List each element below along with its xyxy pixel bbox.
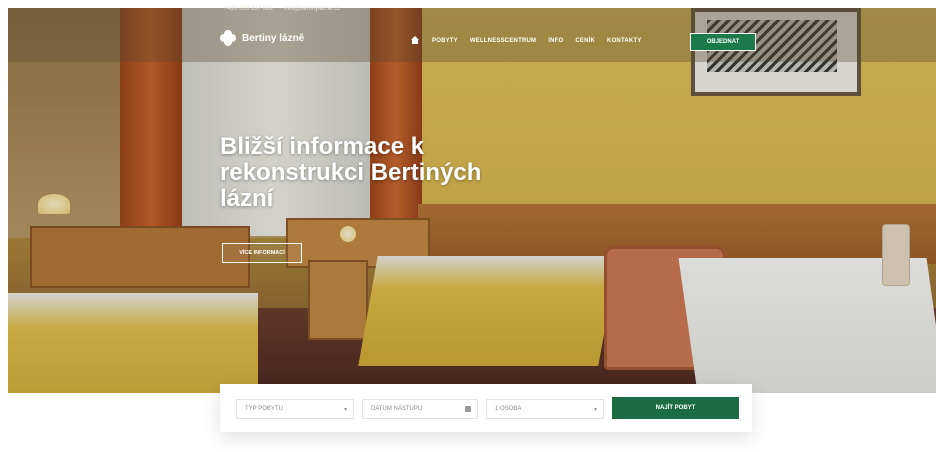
nav-item-cenik[interactable]: CENÍK (575, 38, 595, 44)
nav-item-info[interactable]: INFO (548, 38, 563, 44)
booking-bar: TYP POBYTU ▾ DATUM NÁSTUPU 1 OSOBA ▾ NAJ… (220, 384, 752, 432)
site-logo[interactable]: Bertiny lázně (220, 30, 304, 46)
logo-text: Bertiny lázně (242, 32, 305, 44)
find-stay-button[interactable]: NAJÍT POBYT (612, 397, 739, 419)
arrival-date-value: DATUM NÁSTUPU (371, 406, 423, 412)
nav-item-pobyty[interactable]: POBYTY (432, 38, 458, 44)
stay-type-select[interactable]: TYP POBYTU ▾ (236, 399, 354, 419)
nav-item-kontakty[interactable]: KONTAKTY (607, 38, 642, 44)
nav-item-wellness[interactable]: WELLNESSCENTRUM (470, 38, 536, 44)
email-link[interactable]: info@bertinylazne.cz (284, 6, 340, 12)
calendar-icon (465, 406, 471, 412)
chevron-down-icon: ▾ (343, 407, 347, 413)
site-header: +420 608 837 088 info@bertinylazne.cz (8, 6, 936, 62)
logo-icon (220, 30, 236, 46)
more-info-button[interactable]: VÍCE INFORMACÍ (222, 243, 302, 263)
chevron-down-icon: ▾ (593, 407, 597, 413)
arrival-date-input[interactable]: DATUM NÁSTUPU (362, 399, 478, 419)
stay-type-value: TYP POBYTU (245, 406, 283, 412)
persons-select[interactable]: 1 OSOBA ▾ (486, 399, 604, 419)
order-button[interactable]: OBJEDNAT (690, 33, 756, 51)
persons-value: 1 OSOBA (495, 406, 522, 412)
phone-link[interactable]: +420 608 837 088 (224, 6, 273, 12)
hero-title: Bližší informace k rekonstrukci Bertinýc… (220, 133, 482, 212)
main-nav: POBYTY WELLNESSCENTRUM INFO CENÍK KONTAK… (410, 36, 642, 45)
contact-info: +420 608 837 088 info@bertinylazne.cz (224, 6, 350, 12)
home-icon[interactable] (410, 36, 420, 45)
